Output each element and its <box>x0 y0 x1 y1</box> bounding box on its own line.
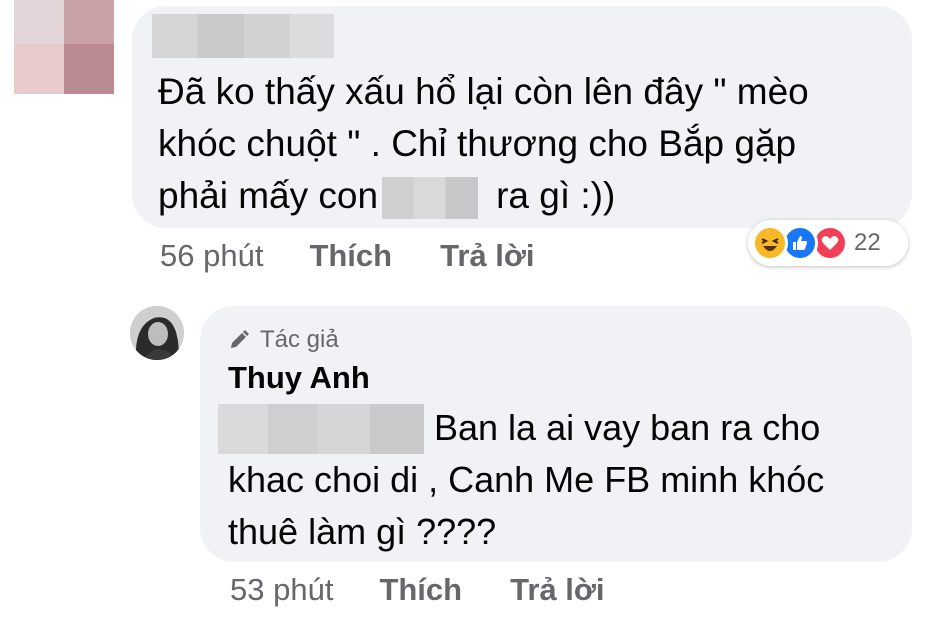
reply-like-button[interactable]: Thích <box>379 572 462 608</box>
reply-time[interactable]: 53 phút <box>230 572 333 608</box>
reply-text: Ban la ai vay ban ra cho khac choi di , … <box>228 407 825 552</box>
reaction-count: 22 <box>854 229 881 256</box>
comment-text: Đã ko thấy xấu hổ lại còn lên đây " mèo … <box>158 66 809 222</box>
reply-author-name[interactable]: Thuy Anh <box>228 360 370 396</box>
like-button[interactable]: Thích <box>309 238 392 274</box>
reply-button[interactable]: Trả lời <box>440 238 534 274</box>
pencil-icon <box>231 330 249 348</box>
reply-actions: 53 phút Thích Trả lời <box>230 572 653 608</box>
blurred-word <box>382 177 479 220</box>
author-badge: Tác giả <box>228 326 339 354</box>
blurred-commenter-name[interactable] <box>152 14 334 58</box>
author-badge-label: Tác giả <box>260 326 339 353</box>
comment-thread: Đã ko thấy xấu hổ lại còn lên đây " mèo … <box>0 0 941 623</box>
reaction-summary[interactable]: 22 <box>748 220 908 266</box>
comment-time[interactable]: 56 phút <box>160 238 263 274</box>
author-avatar[interactable] <box>130 306 184 360</box>
reply-reply-button[interactable]: Trả lời <box>510 572 604 608</box>
blurred-avatar[interactable] <box>14 0 114 94</box>
comment-actions: 56 phút Thích Trả lời <box>160 238 583 274</box>
haha-icon <box>752 225 788 261</box>
